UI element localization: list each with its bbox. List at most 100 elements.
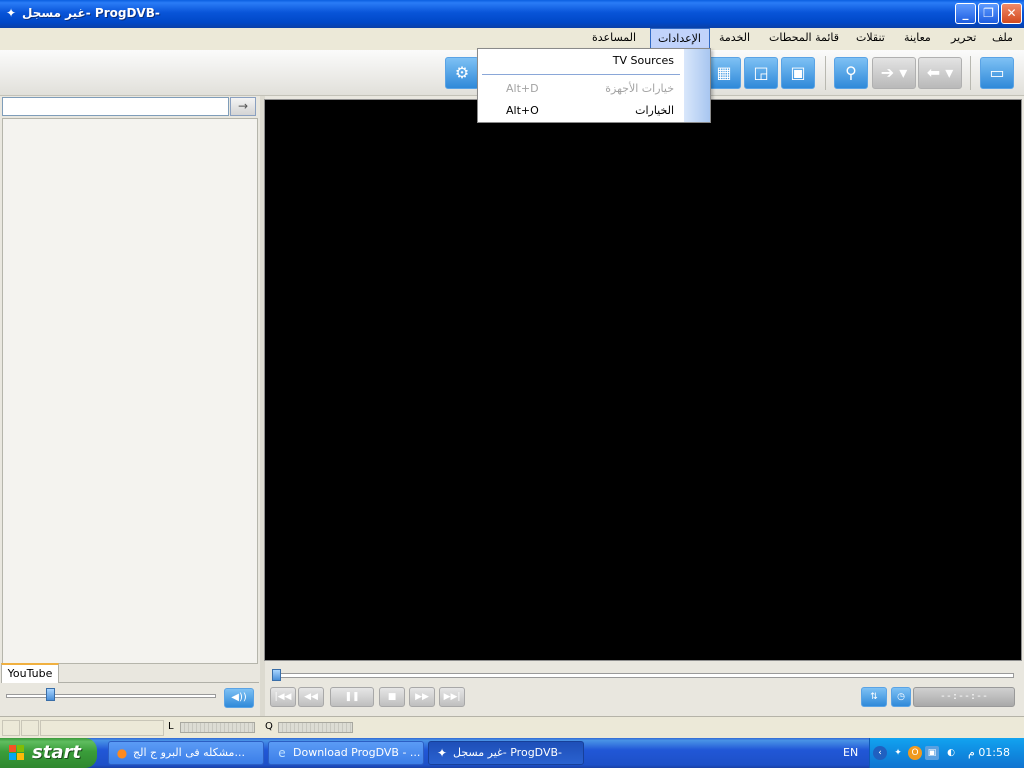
grid-view-button[interactable]: ▦ [707,57,741,89]
channel-search-input[interactable] [2,97,229,116]
progdvb-icon: ✦ [436,746,448,760]
pause-button[interactable]: ❚❚ [330,687,374,707]
skip-forward-icon: ▶▶| [443,692,461,702]
status-cell [40,720,164,736]
volume-tray-icon[interactable]: ◐ [944,746,958,760]
menu-edit[interactable]: تحرير [951,28,976,49]
fast-forward-button[interactable]: ▶▶ [409,687,435,707]
back-button[interactable]: ⬅ ▾ [918,57,962,89]
menu-channel-list[interactable]: قائمة المحطات [769,28,839,49]
menu-item-label: الخيارات [635,104,674,117]
minimize-button[interactable]: _ [955,3,976,24]
taskbar-item-label: غير مسجل- ProgDVB- [453,746,562,759]
clock-icon: ◷ [897,692,905,702]
menu-view[interactable]: معاينة [904,28,931,49]
toolbar-separator [970,56,971,90]
start-label: start [32,742,81,763]
taskbar-item-label: Download ProgDVB - ... [293,746,421,759]
antivirus-tray-icon[interactable]: O [908,746,922,760]
audio-track-button[interactable]: ⇅ [861,687,887,707]
timeshift-button[interactable]: ◷ [891,687,911,707]
menu-item-label: TV Sources [612,54,674,67]
settings-dropdown-menu: TV Sources خيارات الأجهزة Alt+D الخيارات… [477,48,711,123]
fast-forward-icon: ▶▶ [415,692,429,702]
signal-level-label: L [168,721,174,732]
mute-button[interactable]: ◀)) [224,688,254,708]
window-icon: ▣ [790,63,806,82]
stop-icon: ■ [387,692,397,702]
menu-navigation[interactable]: تنقلات [856,28,885,49]
language-indicator[interactable]: EN [843,746,858,759]
tray-expand-icon[interactable]: ‹ [873,746,887,760]
clock: 01:58 م [968,746,1011,759]
taskbar-item-ie[interactable]: e Download ProgDVB - ... [268,741,424,765]
next-button[interactable]: ▶▶| [439,687,465,707]
magnifier-icon: ⚲ [845,63,857,82]
menu-item-tv-sources[interactable]: TV Sources [478,51,684,71]
menu-help[interactable]: المساعدة [592,28,636,49]
channel-panel: → YouTube ◀)) [0,96,260,716]
seek-bar[interactable] [272,673,1014,678]
channel-tree[interactable] [2,118,258,664]
taskbar-item-progdvb[interactable]: ✦ غير مسجل- ProgDVB- [428,741,584,765]
maximize-button[interactable]: ❐ [978,3,999,24]
stop-button[interactable]: ■ [379,687,405,707]
taskbar-item-label: مشكله فى البرو ج الج... [133,746,245,759]
tab-youtube[interactable]: YouTube [1,663,59,683]
menu-gutter [684,49,710,122]
video-display[interactable] [264,99,1022,661]
gear-icon: ⚙ [454,63,470,82]
status-bar: L Q [0,716,1024,738]
internet-explorer-icon: e [278,746,286,760]
menu-file[interactable]: ملف [992,28,1013,49]
menu-item-label: خيارات الأجهزة [605,82,674,95]
network-tray-icon[interactable]: ▣ [925,746,939,760]
forward-button[interactable]: ➔ ▾ [872,57,916,89]
volume-slider[interactable] [6,694,216,698]
menu-separator [482,74,680,75]
arrow-right-icon: ➔ ▾ [880,63,908,82]
seek-thumb[interactable] [272,669,281,681]
volume-slider-thumb[interactable] [46,688,56,701]
title-bar[interactable]: ✦ غير مسجل- ProgDVB- _ ❐ ✕ [0,0,1024,28]
windows-logo-icon [9,745,25,761]
arrow-right-icon: → [237,99,249,113]
prev-button[interactable]: |◀◀ [270,687,296,707]
search-go-button[interactable]: → [230,97,256,116]
menu-item-options[interactable]: الخيارات Alt+O [478,101,684,121]
rewind-icon: ◀◀ [304,692,318,702]
signal-quality-meter [278,722,353,733]
menu-service[interactable]: الخدمة [719,28,750,49]
grid-icon: ▦ [716,63,732,82]
search-tool-button[interactable]: ⚲ [834,57,868,89]
signal-quality-label: Q [265,721,273,732]
toolbar-separator [825,56,826,90]
signal-level-meter [180,722,255,733]
start-button[interactable]: start [0,738,97,768]
pause-icon: ❚❚ [344,692,360,702]
window-view-button[interactable]: ▣ [781,57,815,89]
progdvb-app-icon[interactable]: ✦ [4,6,18,20]
pip-view-button[interactable]: ◲ [744,57,778,89]
restore-icon: ❐ [983,6,994,20]
time-display: --:--:-- [913,687,1015,707]
menu-settings[interactable]: الإعدادات [650,28,710,49]
taskbar: start ● مشكله فى البرو ج الج... e Downlo… [0,738,1024,768]
status-cell [21,720,39,736]
close-icon: ✕ [1006,6,1017,20]
taskbar-item-firefox[interactable]: ● مشكله فى البرو ج الج... [108,741,264,765]
rewind-button[interactable]: ◀◀ [298,687,324,707]
progdvb-tray-icon[interactable]: ✦ [891,746,905,760]
close-button[interactable]: ✕ [1001,3,1022,24]
window-title: غير مسجل- ProgDVB- [22,6,160,20]
status-cell [2,720,20,736]
open-folder-button[interactable]: ▭ [980,57,1014,89]
folder-icon: ▭ [989,63,1005,82]
up-down-arrows-icon: ⇅ [870,692,878,702]
settings-tool-button[interactable]: ⚙ [445,57,479,89]
skip-back-icon: |◀◀ [274,692,292,702]
speaker-icon: ◀)) [231,692,247,703]
pip-icon: ◲ [753,63,769,82]
tab-strip-border [59,682,259,683]
arrow-left-icon: ⬅ ▾ [926,63,954,82]
